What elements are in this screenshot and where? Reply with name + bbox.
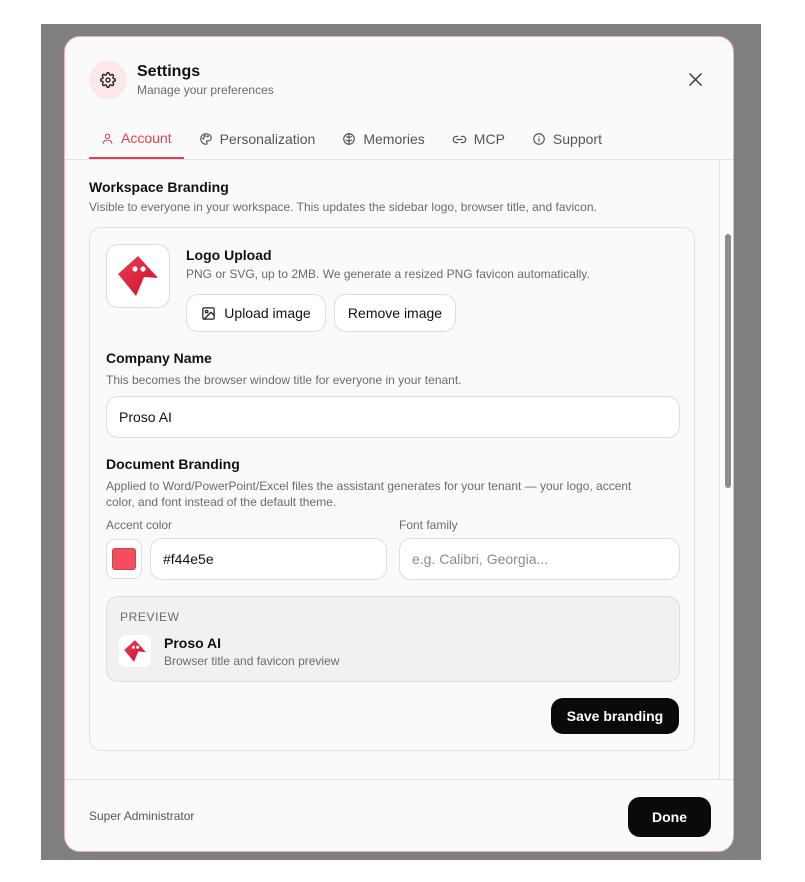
settings-dialog: Settings Manage your preferences Account… <box>64 36 734 852</box>
upload-image-label: Upload image <box>224 305 311 321</box>
save-branding-button[interactable]: Save branding <box>551 698 679 734</box>
remove-image-button[interactable]: Remove image <box>334 294 456 332</box>
company-name-description: This becomes the browser window title fo… <box>106 373 462 387</box>
info-icon <box>533 133 545 145</box>
accent-color-input[interactable] <box>150 538 387 580</box>
branding-preview: PREVIEW Proso AI Browser title and favic… <box>106 596 680 682</box>
settings-content: Workspace Branding Visible to everyone i… <box>65 160 719 779</box>
dialog-title: Settings <box>137 63 201 80</box>
accent-color-label: Accent color <box>106 518 173 532</box>
tab-memories-label: Memories <box>363 131 425 147</box>
tab-personalization-label: Personalization <box>219 131 316 147</box>
remove-image-label: Remove image <box>347 305 443 321</box>
accent-color-picker[interactable] <box>106 539 142 579</box>
link-icon <box>452 135 467 143</box>
section-description: Visible to everyone in your workspace. T… <box>89 200 597 214</box>
logo-upload-description: PNG or SVG, up to 2MB. We generate a res… <box>186 267 590 281</box>
company-name-input[interactable] <box>106 396 680 438</box>
brain-icon <box>343 133 356 145</box>
tab-account[interactable]: Account <box>89 119 184 159</box>
branding-card: Logo Upload PNG or SVG, up to 2MB. We ge… <box>89 227 695 751</box>
scrollbar-thumb[interactable] <box>725 234 731 488</box>
font-family-input[interactable] <box>399 538 680 580</box>
upload-image-button[interactable]: Upload image <box>186 294 326 332</box>
logo-thumbnail[interactable] <box>106 244 170 308</box>
preview-favicon <box>119 635 151 667</box>
font-family-label: Font family <box>399 518 458 532</box>
close-icon <box>688 72 702 86</box>
dialog-subtitle: Manage your preferences <box>137 83 274 97</box>
user-role: Super Administrator <box>89 809 195 823</box>
palette-icon <box>199 133 212 145</box>
preview-company-name: Proso AI <box>164 635 222 651</box>
tab-account-label: Account <box>121 130 172 146</box>
company-logo-icon <box>124 640 146 662</box>
logo-upload-title: Logo Upload <box>186 247 272 263</box>
preview-label: PREVIEW <box>120 610 180 624</box>
user-icon <box>102 133 113 144</box>
tab-support[interactable]: Support <box>520 119 614 159</box>
document-branding-title: Document Branding <box>106 456 240 472</box>
tab-mcp[interactable]: MCP <box>440 119 517 159</box>
document-branding-description-line2: color, and font instead of the default t… <box>106 495 337 509</box>
image-icon <box>202 306 216 320</box>
company-name-title: Company Name <box>106 350 212 366</box>
preview-subtitle: Browser title and favicon preview <box>164 654 340 668</box>
done-button[interactable]: Done <box>628 797 711 837</box>
footer-divider <box>65 779 733 780</box>
section-title: Workspace Branding <box>89 179 229 195</box>
document-branding-description-line1: Applied to Word/PowerPoint/Excel files t… <box>106 479 632 493</box>
accent-color-swatch <box>112 548 136 570</box>
tab-support-label: Support <box>552 131 602 147</box>
company-logo-icon <box>118 256 158 296</box>
tab-mcp-label: MCP <box>473 131 505 147</box>
scrollbar[interactable] <box>719 160 733 779</box>
gear-icon <box>89 61 127 99</box>
tab-memories[interactable]: Memories <box>330 119 436 159</box>
close-button[interactable] <box>687 71 703 87</box>
tab-personalization[interactable]: Personalization <box>187 119 328 159</box>
tab-bar: Account Personalization Memories MCP Sup… <box>89 119 733 161</box>
